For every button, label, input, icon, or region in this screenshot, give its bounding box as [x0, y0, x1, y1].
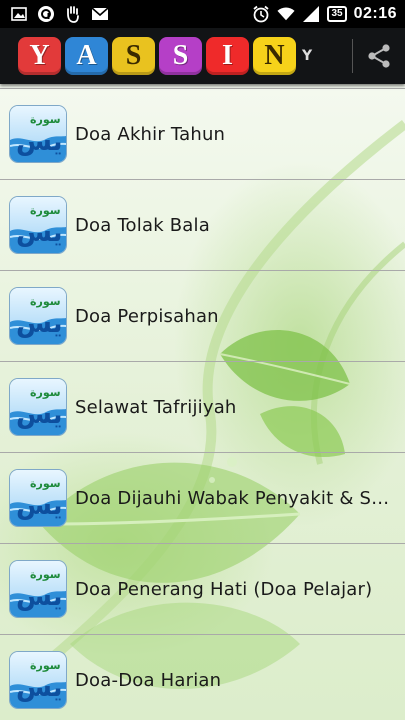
logo-letter-tile: I	[206, 37, 249, 75]
list-item-label: Doa Perpisahan	[75, 305, 219, 327]
svg-text:يس: يس	[16, 673, 63, 703]
list-item-label: Selawat Tafrijiyah	[75, 396, 237, 418]
list-item-label: Doa Akhir Tahun	[75, 123, 226, 145]
svg-text:سورة: سورة	[30, 477, 61, 490]
list-item[interactable]: سورة يس Doa Tolak Bala	[0, 180, 405, 271]
hand-icon	[64, 5, 82, 23]
svg-text:سورة: سورة	[30, 204, 61, 217]
list-container: سورة يس Doa Akhir Tahun سورة يس Doa Tola…	[0, 84, 405, 720]
menu-list: سورة يس Doa Akhir Tahun سورة يس Doa Tola…	[0, 84, 405, 720]
list-item[interactable]: سورة يس Doa Akhir Tahun	[0, 88, 405, 180]
battery-icon: 35	[327, 6, 347, 22]
image-icon	[10, 5, 28, 23]
svg-text:سورة: سورة	[30, 386, 61, 399]
logo-letter-tile: S	[112, 37, 155, 75]
list-item[interactable]: سورة يس Doa Perpisahan	[0, 271, 405, 362]
clock: 02:16	[353, 5, 397, 22]
surah-yasin-icon: سورة يس	[10, 288, 66, 344]
logo-letter-tile: Y	[18, 37, 61, 75]
alarm-icon	[252, 5, 270, 23]
list-item[interactable]: سورة يس Doa Penerang Hati (Doa Pelajar)	[0, 544, 405, 635]
overflow-mark: Y	[302, 48, 313, 64]
list-item-label: Doa-Doa Harian	[75, 669, 222, 691]
signal-icon	[302, 5, 320, 23]
svg-text:يس: يس	[16, 218, 63, 248]
svg-text:يس: يس	[16, 309, 63, 339]
svg-text:يس: يس	[16, 127, 63, 157]
logo-letter-tile: N	[253, 37, 296, 75]
svg-text:سورة: سورة	[30, 659, 61, 672]
svg-text:سورة: سورة	[30, 568, 61, 581]
logo-letter-tile: A	[65, 37, 108, 75]
share-icon	[368, 44, 390, 68]
app-logo: YASSIN	[0, 37, 296, 75]
surah-yasin-icon: سورة يس	[10, 470, 66, 526]
svg-text:يس: يس	[16, 582, 63, 612]
surah-yasin-icon: سورة يس	[10, 561, 66, 617]
app-bar: YASSIN Y	[0, 28, 405, 84]
list-item-label: Doa Tolak Bala	[75, 214, 210, 236]
email-icon	[91, 5, 109, 23]
surah-yasin-icon: سورة يس	[10, 379, 66, 435]
logo-letter-tile: S	[159, 37, 202, 75]
list-item[interactable]: سورة يس Doa-Doa Harian	[0, 635, 405, 720]
svg-text:سورة: سورة	[30, 295, 61, 308]
surah-yasin-icon: سورة يس	[10, 106, 66, 162]
share-button[interactable]	[353, 28, 405, 84]
list-item[interactable]: سورة يس Selawat Tafrijiyah	[0, 362, 405, 453]
surah-yasin-icon: سورة يس	[10, 197, 66, 253]
status-bar: 35 02:16	[0, 0, 405, 28]
svg-text:سورة: سورة	[30, 113, 61, 126]
browser-icon	[37, 5, 55, 23]
svg-text:يس: يس	[16, 491, 63, 521]
wifi-icon	[277, 5, 296, 23]
list-item[interactable]: سورة يس Doa Dijauhi Wabak Penyakit & S…	[0, 453, 405, 544]
list-item-label: Doa Dijauhi Wabak Penyakit & S…	[75, 487, 390, 509]
list-item-label: Doa Penerang Hati (Doa Pelajar)	[75, 578, 373, 600]
svg-text:يس: يس	[16, 400, 63, 430]
surah-yasin-icon: سورة يس	[10, 652, 66, 708]
